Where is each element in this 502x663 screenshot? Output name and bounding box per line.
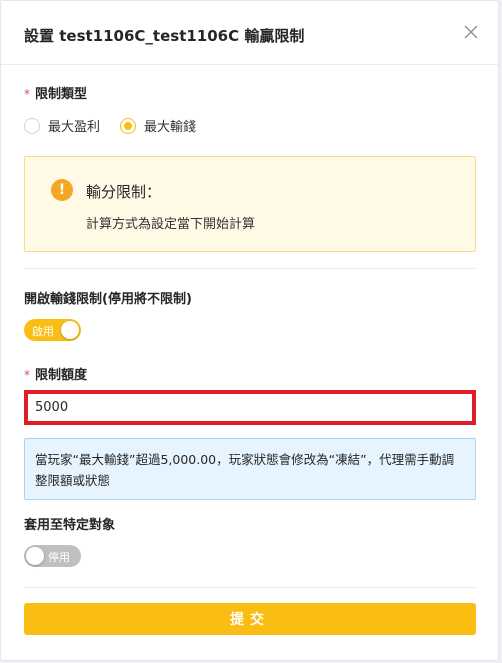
required-mark: * <box>24 368 30 382</box>
dialog-title: 設置 test1106C_test1106C 輸贏限制 <box>24 27 305 45</box>
radio-circle[interactable] <box>24 117 40 134</box>
submit-button[interactable]: 提交 <box>24 603 476 635</box>
divider <box>24 587 476 588</box>
limit-type-label: * 限制類型 <box>24 83 87 102</box>
switch-knob <box>61 321 79 339</box>
warning-alert: ! 輸分限制： 計算方式為設定當下開始計算 <box>24 156 476 252</box>
exclamation-icon: ! <box>51 179 73 201</box>
limit-settings-dialog: 設置 test1106C_test1106C 輸贏限制 * 限制類型 最大盈利 最… <box>0 0 499 661</box>
warning-title: 輸分限制： <box>86 183 162 201</box>
loss-limit-switch[interactable]: 啟用 <box>24 319 81 341</box>
required-mark: * <box>24 87 30 101</box>
limit-amount-input[interactable] <box>28 394 472 421</box>
radio-max-profit[interactable]: 最大盈利 <box>24 116 100 135</box>
limit-type-label-text: 限制類型 <box>35 87 88 102</box>
switch-knob <box>26 547 44 565</box>
dialog-header: 設置 test1106C_test1106C 輸贏限制 <box>1 1 498 65</box>
apply-target-switch[interactable]: 停用 <box>24 545 81 567</box>
switch-state-label: 停用 <box>48 551 70 564</box>
limit-amount-label: * 限制額度 <box>24 364 87 383</box>
limit-type-radio-group: 最大盈利 最大輸錢 <box>24 116 216 135</box>
radio-max-profit-label: 最大盈利 <box>48 120 101 135</box>
warning-text: 計算方式為設定當下開始計算 <box>86 217 256 232</box>
loss-limit-toggle-label: 開啟輸錢限制(停用將不限制) <box>24 292 192 307</box>
apply-target-toggle-label: 套用至特定對象 <box>24 518 116 533</box>
radio-circle-checked[interactable] <box>120 117 137 134</box>
switch-state-label: 啟用 <box>32 325 54 338</box>
info-alert: 當玩家“最大輸錢”超過5,000.00，玩家狀態會修改為“凍結”，代理需手動調整… <box>24 438 476 500</box>
limit-amount-label-text: 限制額度 <box>35 368 88 383</box>
radio-max-loss-label: 最大輸錢 <box>144 120 197 135</box>
limit-amount-field-highlight <box>24 390 476 425</box>
divider <box>24 268 476 269</box>
close-icon[interactable] <box>462 23 480 41</box>
radio-max-loss[interactable]: 最大輸錢 <box>120 116 196 135</box>
